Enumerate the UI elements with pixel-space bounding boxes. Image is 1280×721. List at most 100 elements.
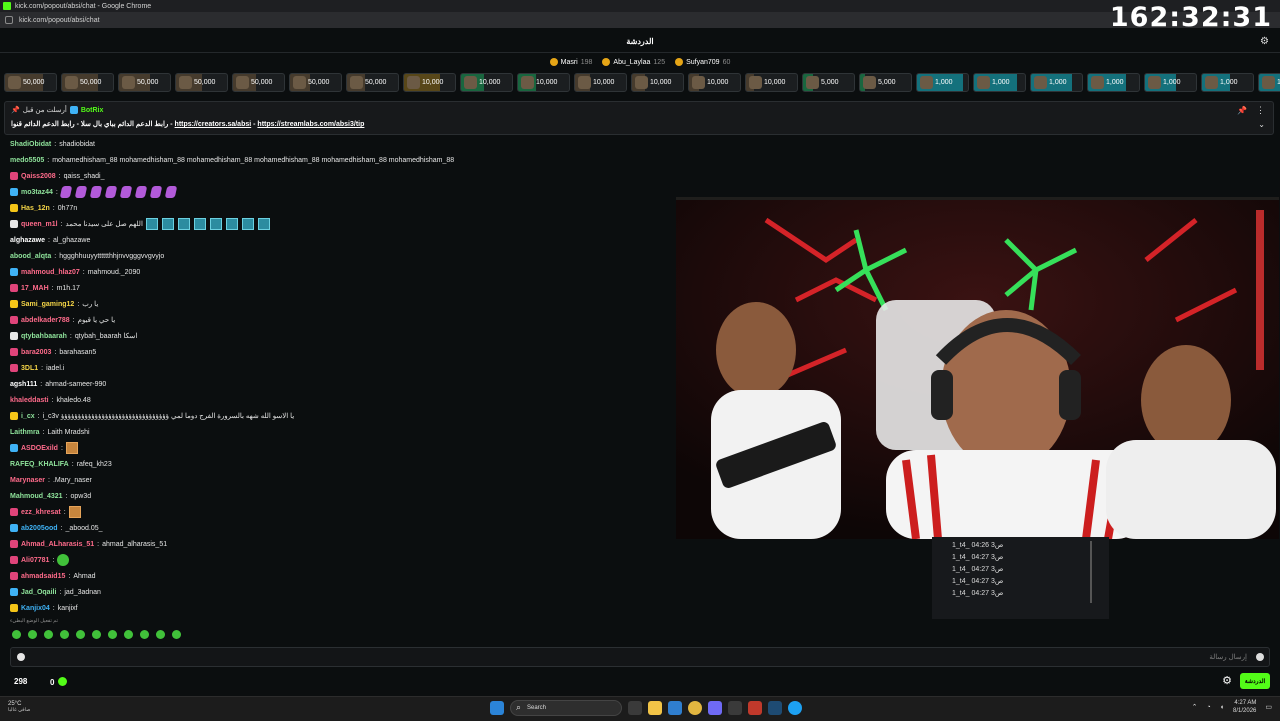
chat-username[interactable]: qtybahbaarah: [21, 333, 67, 340]
notifications-icon[interactable]: ▭: [1265, 703, 1272, 711]
emote-icon[interactable]: [44, 630, 53, 639]
gift-goal[interactable]: 50,000: [4, 73, 57, 92]
emoji-icon[interactable]: [1256, 653, 1264, 661]
emote-icon[interactable]: [124, 630, 133, 639]
channel-points[interactable]: 0: [50, 677, 67, 687]
gift-goal[interactable]: 10,000: [574, 73, 627, 92]
tray-chevron-up-icon[interactable]: ⌃: [1192, 703, 1198, 711]
chat-input-placeholder[interactable]: إرسال رسالة: [1209, 653, 1247, 661]
chat-username[interactable]: abood_alqta: [10, 253, 51, 260]
gift-goal[interactable]: 1,000: [1201, 73, 1254, 92]
gift-goal[interactable]: 50,000: [118, 73, 171, 92]
chat-input[interactable]: إرسال رسالة: [10, 647, 1270, 667]
chat-username[interactable]: ShadiObidat: [10, 141, 51, 148]
gift-goal[interactable]: 50,000: [346, 73, 399, 92]
emote-icon[interactable]: [76, 630, 85, 639]
edge-icon[interactable]: [788, 701, 802, 715]
gift-goal[interactable]: 10,000: [460, 73, 513, 92]
chat-username[interactable]: Has_12n: [21, 205, 50, 212]
leader-name[interactable]: Abu_Laylaa: [613, 59, 650, 66]
pinned-bot-name[interactable]: BotRix: [81, 107, 104, 114]
chat-username[interactable]: mo3taz44: [21, 189, 53, 196]
chat-username[interactable]: mahmoud_hlaz07: [21, 269, 80, 276]
chat-username[interactable]: Jad_Oqaili: [21, 589, 56, 596]
wifi-icon[interactable]: ◔: [1207, 704, 1211, 711]
weather-widget[interactable]: 25°C صافي غالبا: [8, 701, 30, 713]
gift-goal[interactable]: 1,000: [916, 73, 969, 92]
more-options-icon[interactable]: ⋮: [1256, 105, 1265, 116]
chat-username[interactable]: 17_MAH: [21, 285, 49, 292]
chat-username[interactable]: 3DL1: [21, 365, 38, 372]
capcut-icon[interactable]: [748, 701, 762, 715]
quick-emote-row[interactable]: [12, 630, 184, 639]
chat-username[interactable]: khaleddasti: [10, 397, 49, 404]
chat-username[interactable]: Ahmad_ALharasis_51: [21, 541, 94, 548]
stream-video-overlay[interactable]: [676, 197, 1279, 539]
emote-icon[interactable]: [12, 630, 21, 639]
emote-icon[interactable]: [108, 630, 117, 639]
gift-goal[interactable]: 10,000: [517, 73, 570, 92]
emote-picker-icon[interactable]: [17, 653, 25, 661]
emote-icon[interactable]: [92, 630, 101, 639]
taskbar-search[interactable]: Search: [510, 700, 622, 716]
gift-goal[interactable]: 5,000: [802, 73, 855, 92]
chat-username[interactable]: i_cx: [21, 413, 35, 420]
gift-goal[interactable]: 10,000: [745, 73, 798, 92]
gift-goal[interactable]: 1,000: [973, 73, 1026, 92]
gift-goal[interactable]: 10,000: [403, 73, 456, 92]
chat-username[interactable]: Laithmra: [10, 429, 40, 436]
gift-goal[interactable]: 1,000: [1087, 73, 1140, 92]
gift-goal[interactable]: 50,000: [289, 73, 342, 92]
gift-goal[interactable]: 10,000: [688, 73, 741, 92]
gift-goal[interactable]: 1,000: [1030, 73, 1083, 92]
gift-goal[interactable]: 5,000: [859, 73, 912, 92]
chat-username[interactable]: Ali07781: [21, 557, 49, 564]
chat-username[interactable]: Kanjix04: [21, 605, 50, 612]
chat-username[interactable]: Marynaser: [10, 477, 45, 484]
pinned-link-streamlabs[interactable]: https://streamlabs.com/absi3/tip: [257, 121, 364, 128]
discord-icon[interactable]: [708, 701, 722, 715]
gift-goal[interactable]: 1,000: [1258, 73, 1280, 92]
site-info-icon[interactable]: [5, 16, 13, 24]
chat-settings-gear-icon[interactable]: ⚙: [1222, 674, 1232, 687]
chat-username[interactable]: ASDOExild: [21, 445, 58, 452]
app-icon[interactable]: [728, 701, 742, 715]
user-settings-icon[interactable]: ⚙: [1260, 36, 1272, 47]
chat-username[interactable]: queen_m1l: [21, 221, 58, 228]
chevron-down-icon[interactable]: ⌄: [1258, 120, 1265, 129]
chat-username[interactable]: RAFEQ_KHALIFA: [10, 461, 69, 468]
leaderboard-entry[interactable]: Sufyan709 60: [675, 56, 730, 68]
send-chat-button[interactable]: الدردشة: [1240, 673, 1270, 689]
chat-username[interactable]: medo5505: [10, 157, 44, 164]
emote-icon[interactable]: [172, 630, 181, 639]
chat-username[interactable]: ahmadsaid15: [21, 573, 65, 580]
steam-icon[interactable]: [768, 701, 782, 715]
gift-goal[interactable]: 50,000: [232, 73, 285, 92]
chat-username[interactable]: alghazawe: [10, 237, 45, 244]
chat-username[interactable]: ezz_khresat: [21, 509, 61, 516]
chrome-icon[interactable]: [688, 701, 702, 715]
task-view-icon[interactable]: [628, 701, 642, 715]
leaderboard-entry[interactable]: Masri 198: [549, 56, 592, 68]
emote-icon[interactable]: [140, 630, 149, 639]
chat-username[interactable]: Sami_gaming12: [21, 301, 74, 308]
leaderboard-entry[interactable]: Abu_Laylaa 125: [602, 56, 665, 68]
gift-goal[interactable]: 1,000: [1144, 73, 1197, 92]
chat-username[interactable]: Qaiss2008: [21, 173, 56, 180]
leader-name[interactable]: Masri: [561, 59, 578, 66]
gift-goal[interactable]: 50,000: [175, 73, 228, 92]
store-icon[interactable]: [668, 701, 682, 715]
address-url[interactable]: kick.com/popout/absi/chat: [19, 17, 100, 24]
unpin-icon[interactable]: 📌: [1237, 106, 1247, 115]
pinned-link-creators[interactable]: https://creators.sa/absi: [175, 121, 252, 128]
chat-username[interactable]: Mahmoud_4321: [10, 493, 63, 500]
gift-goal[interactable]: 50,000: [61, 73, 114, 92]
emote-icon[interactable]: [28, 630, 37, 639]
chat-username[interactable]: bara2003: [21, 349, 51, 356]
chat-username[interactable]: abdelkader788: [21, 317, 70, 324]
emote-icon[interactable]: [60, 630, 69, 639]
leader-name[interactable]: Sufyan709: [686, 59, 719, 66]
file-explorer-icon[interactable]: [648, 701, 662, 715]
gift-goal[interactable]: 10,000: [631, 73, 684, 92]
emote-icon[interactable]: [156, 630, 165, 639]
